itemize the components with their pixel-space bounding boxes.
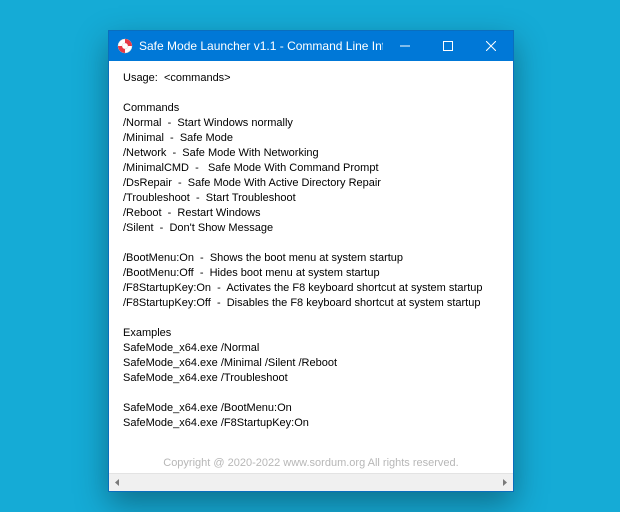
footer-text: Copyright @ 2020-2022 www.sordum.org All… [109, 455, 513, 473]
usage-line: Usage: <commands> [123, 72, 231, 84]
cmd-line: /BootMenu:Off - Hides boot menu at syste… [123, 267, 380, 279]
minimize-button[interactable] [383, 31, 426, 61]
app-window: Safe Mode Launcher v1.1 - Command Line I… [108, 30, 514, 492]
commands-header: Commands [123, 102, 179, 114]
scroll-right-button[interactable] [496, 474, 513, 491]
cmd-line: /Reboot - Restart Windows [123, 207, 261, 219]
cmd-line: /Normal - Start Windows normally [123, 117, 293, 129]
examples-header: Examples [123, 327, 171, 339]
cmd-line: /MinimalCMD - Safe Mode With Command Pro… [123, 162, 379, 174]
cmd-line: /BootMenu:On - Shows the boot menu at sy… [123, 252, 403, 264]
cmd-line: /F8StartupKey:On - Activates the F8 keyb… [123, 282, 483, 294]
cmd-line: /Silent - Don't Show Message [123, 222, 273, 234]
titlebar[interactable]: Safe Mode Launcher v1.1 - Command Line I… [109, 31, 513, 61]
cmd-line: /Network - Safe Mode With Networking [123, 147, 319, 159]
cmd-line: /F8StartupKey:Off - Disables the F8 keyb… [123, 297, 480, 309]
example-line: SafeMode_x64.exe /Troubleshoot [123, 372, 288, 384]
maximize-button[interactable] [426, 31, 469, 61]
cmd-line: /Troubleshoot - Start Troubleshoot [123, 192, 296, 204]
scroll-left-button[interactable] [109, 474, 126, 491]
example-line: SafeMode_x64.exe /Normal [123, 342, 259, 354]
horizontal-scrollbar[interactable] [109, 473, 513, 491]
cmd-line: /DsRepair - Safe Mode With Active Direct… [123, 177, 381, 189]
cmd-line: /Minimal - Safe Mode [123, 132, 233, 144]
example-line: SafeMode_x64.exe /BootMenu:On [123, 402, 292, 414]
scroll-track[interactable] [126, 474, 496, 491]
example-line: SafeMode_x64.exe /F8StartupKey:On [123, 417, 309, 429]
content-text: Usage: <commands> Commands /Normal - Sta… [109, 61, 513, 455]
close-button[interactable] [470, 31, 513, 61]
lifebuoy-icon [117, 38, 133, 54]
window-title: Safe Mode Launcher v1.1 - Command Line I… [139, 39, 383, 53]
example-line: SafeMode_x64.exe /Minimal /Silent /Reboo… [123, 357, 337, 369]
